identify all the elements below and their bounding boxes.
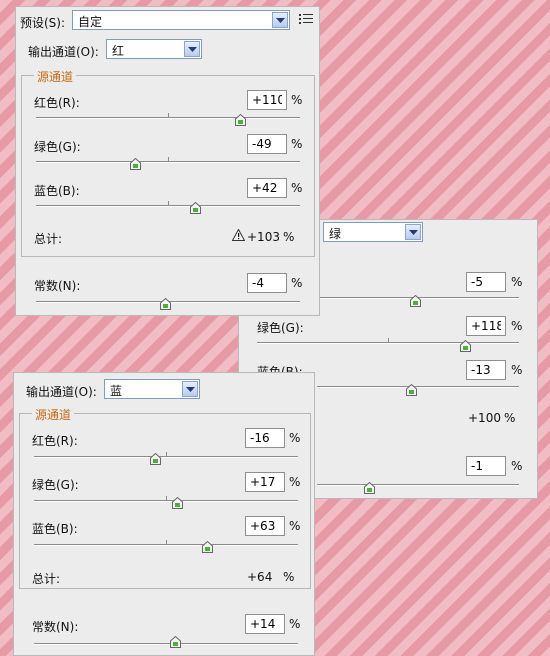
slider-house-thumb-icon[interactable] [159, 298, 171, 310]
red-value-field[interactable] [245, 428, 285, 448]
chevron-down-icon[interactable] [184, 41, 200, 57]
slider-center-tick [166, 540, 167, 545]
slider-center-tick [168, 113, 169, 118]
output-channel-select[interactable]: 红 [106, 39, 202, 59]
blue-source-label: 蓝色(B): [32, 522, 78, 536]
percent-sign: % [511, 363, 523, 377]
slider-house-thumb-icon[interactable] [235, 114, 247, 126]
percent-sign: % [511, 275, 523, 289]
output-channel-label: 输出通道(O): [28, 45, 99, 59]
total-percent-sign: % [283, 570, 295, 584]
chevron-down-icon[interactable] [182, 381, 198, 397]
chevron-down-icon[interactable] [405, 224, 421, 240]
green-value-field[interactable] [466, 316, 506, 336]
red-source-label: 红色(R): [34, 96, 80, 110]
percent-sign: % [291, 181, 303, 195]
green-source-label: 绿色(G): [34, 140, 81, 154]
red-value-field[interactable] [247, 90, 287, 110]
constant-value-field[interactable] [245, 614, 285, 634]
total-label: 总计: [34, 232, 63, 246]
percent-sign: % [511, 459, 523, 473]
green-source-label: 绿色(G): [257, 321, 304, 335]
slider-house-thumb-icon[interactable] [202, 541, 214, 553]
red-value-field[interactable] [466, 272, 506, 292]
slider-center-tick [388, 338, 389, 343]
preset-select[interactable]: 自定 [72, 10, 290, 30]
total-label: 总计: [32, 572, 61, 586]
percent-sign: % [291, 276, 303, 290]
constant-label: 常数(N): [34, 279, 81, 293]
output-channel-value: 蓝 [110, 384, 123, 398]
output-channel-select[interactable]: 蓝 [104, 379, 200, 399]
channel-mixer-panel-red: 预设(S): 自定 输出通道(O): 红 源通道 红色(R): % 绿色(G):… [15, 6, 320, 316]
percent-sign: % [289, 431, 301, 445]
blue-value-field[interactable] [466, 360, 506, 380]
slider-house-thumb-icon[interactable] [190, 202, 202, 214]
slider-house-thumb-icon[interactable] [171, 497, 183, 509]
constant-value-field[interactable] [466, 456, 506, 476]
slider-house-thumb-icon[interactable] [169, 636, 181, 648]
percent-sign: % [289, 617, 301, 631]
slider-house-thumb-icon[interactable] [459, 340, 471, 352]
constant-value-field[interactable] [247, 273, 287, 293]
blue-source-label: 蓝色(B): [34, 184, 80, 198]
slider-house-thumb-icon[interactable] [409, 295, 421, 307]
total-value: +64 [247, 570, 273, 584]
slider-center-tick [166, 496, 167, 501]
total-value: +103 [247, 230, 280, 244]
panel-menu-icon[interactable] [299, 13, 313, 28]
source-channels-title: 源通道 [34, 68, 77, 85]
total-value: +100 [468, 411, 501, 425]
constant-slider-track[interactable] [34, 643, 298, 645]
total-percent-sign: % [504, 411, 516, 425]
percent-sign: % [289, 475, 301, 489]
percent-sign: % [511, 319, 523, 333]
chevron-down-icon[interactable] [272, 12, 288, 28]
preset-label: 预设(S): [20, 16, 66, 30]
preset-value: 自定 [78, 15, 103, 29]
slider-center-tick [168, 157, 169, 162]
green-value-field[interactable] [247, 134, 287, 154]
channel-mixer-panel-blue: 输出通道(O): 蓝 源通道 红色(R): % 绿色(G): % 蓝色(B): … [13, 372, 315, 656]
slider-center-tick [166, 452, 167, 457]
slider-house-thumb-icon[interactable] [405, 384, 417, 396]
green-value-field[interactable] [245, 472, 285, 492]
output-channel-value: 红 [112, 44, 125, 58]
source-channels-title: 源通道 [32, 406, 75, 423]
percent-sign: % [289, 519, 301, 533]
green-source-label: 绿色(G): [32, 478, 79, 492]
blue-value-field[interactable] [245, 516, 285, 536]
percent-sign: % [291, 93, 303, 107]
blue-value-field[interactable] [247, 178, 287, 198]
constant-slider-track[interactable] [317, 484, 519, 486]
blue-slider-track[interactable] [317, 386, 519, 388]
slider-center-tick [168, 201, 169, 206]
warning-triangle-icon [231, 228, 246, 244]
slider-house-thumb-icon[interactable] [363, 482, 375, 494]
total-percent-sign: % [283, 230, 295, 244]
output-channel-label: 输出通道(O): [26, 385, 97, 399]
output-channel-value: 绿 [329, 227, 342, 241]
constant-label: 常数(N): [32, 620, 79, 634]
slider-house-thumb-icon[interactable] [149, 453, 161, 465]
red-source-label: 红色(R): [32, 434, 78, 448]
output-channel-select[interactable]: 绿 [323, 222, 423, 242]
percent-sign: % [291, 137, 303, 151]
slider-house-thumb-icon[interactable] [130, 158, 142, 170]
